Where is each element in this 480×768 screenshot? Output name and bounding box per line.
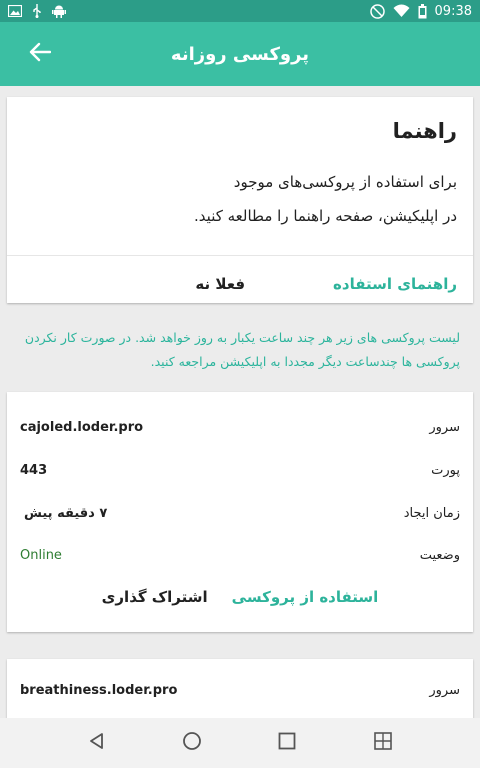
home-circle-icon <box>182 731 202 755</box>
proxy-row-server: breathiness.loder.pro سرور <box>20 677 460 703</box>
guide-text: برای استفاده از پروکسی‌های موجود در اپلی… <box>194 165 457 233</box>
usb-icon <box>32 4 42 18</box>
back-triangle-icon <box>87 731 107 755</box>
proxy-server-value[interactable]: breathiness.loder.pro <box>20 683 177 698</box>
proxy-created-value: ۷ دقیقه پیش <box>24 505 108 521</box>
guide-title: راهنما <box>392 119 457 143</box>
android-icon <box>52 4 66 18</box>
app-bar: پروکسی روزانه <box>0 22 480 86</box>
proxy-actions: استفاده از پروکسی اشتراک گذاری <box>7 588 473 606</box>
proxy-server-value[interactable]: cajoled.loder.pro <box>20 420 143 435</box>
wifi-icon <box>393 4 410 18</box>
proxy-card: cajoled.loder.pro سرور 443 پورت ۷ دقیقه … <box>7 392 473 632</box>
guide-button[interactable]: راهنمای استفاده <box>333 275 457 293</box>
proxy-row-port: 443 پورت <box>20 457 460 483</box>
status-badge: Online <box>20 547 62 563</box>
status-bar: 09:38 <box>0 0 480 22</box>
proxy-server-label: سرور <box>429 419 460 435</box>
battery-icon <box>418 3 427 19</box>
nav-screenshot-button[interactable] <box>370 730 396 756</box>
nav-back-button[interactable] <box>84 730 110 756</box>
guide-divider <box>7 255 473 256</box>
info-text: لیست پروکسی های زیر هر چند ساعت یکبار به… <box>24 330 460 369</box>
guide-text-line-1: برای استفاده از پروکسی‌های موجود <box>233 173 457 191</box>
proxy-row-status: Online وضعیت <box>20 542 460 568</box>
share-button[interactable]: اشتراک گذاری <box>102 588 208 606</box>
system-nav-bar <box>0 718 480 768</box>
guide-actions: راهنمای استفاده فعلا نه <box>195 275 457 293</box>
use-proxy-button[interactable]: استفاده از پروکسی <box>232 588 379 606</box>
screenshot-icon <box>373 731 393 755</box>
guide-text-line-2: در اپلیکیشن، صفحه راهنما را مطالعه کنید. <box>194 207 457 225</box>
proxy-status-label: وضعیت <box>419 547 460 563</box>
proxy-port-value[interactable]: 443 <box>20 463 47 478</box>
proxy-port-label: پورت <box>431 462 460 478</box>
recents-square-icon <box>277 731 297 755</box>
guide-card: راهنما برای استفاده از پروکسی‌های موجود … <box>7 97 473 303</box>
proxy-created-label: زمان ایجاد <box>403 505 460 521</box>
arrow-back-icon <box>29 42 52 66</box>
proxy-row-server: cajoled.loder.pro سرور <box>20 414 460 440</box>
nav-recents-button[interactable] <box>274 730 300 756</box>
dismiss-button[interactable]: فعلا نه <box>195 275 245 293</box>
nav-home-button[interactable] <box>179 730 205 756</box>
page-title: پروکسی روزانه <box>170 43 310 65</box>
do-not-disturb-icon <box>369 3 385 19</box>
back-button[interactable] <box>22 36 58 72</box>
proxy-row-created: ۷ دقیقه پیش زمان ایجاد <box>20 500 460 526</box>
content-scroll[interactable]: راهنما برای استفاده از پروکسی‌های موجود … <box>0 86 480 718</box>
status-time: 09:38 <box>434 3 472 19</box>
proxy-card: breathiness.loder.pro سرور <box>7 659 473 718</box>
image-icon <box>8 5 22 17</box>
proxy-server-label: سرور <box>429 682 460 698</box>
